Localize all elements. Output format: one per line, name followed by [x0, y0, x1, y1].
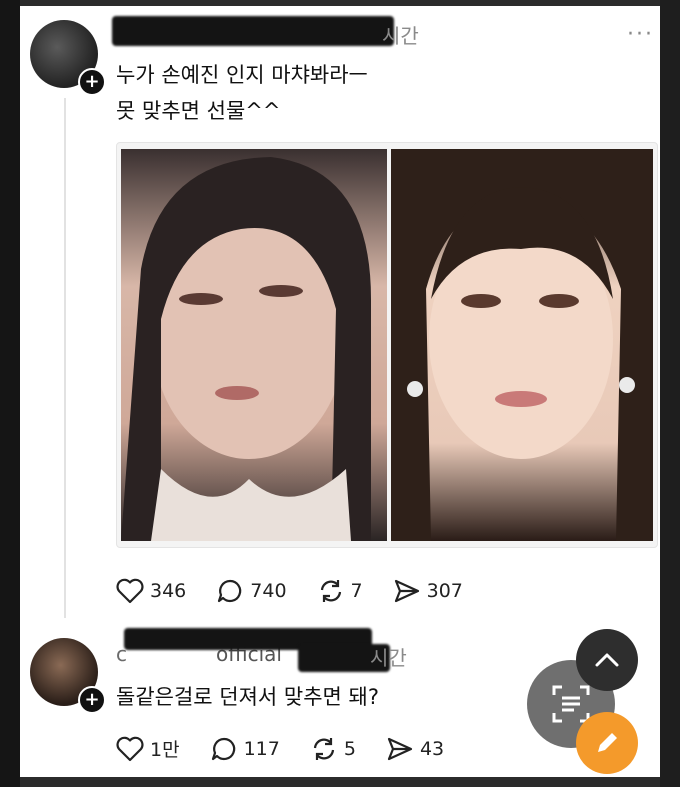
- photo-right[interactable]: [391, 149, 653, 541]
- scroll-to-top-button[interactable]: [576, 629, 638, 691]
- post-actions: 346 740 7 307: [116, 578, 493, 604]
- reply-share-button[interactable]: 43: [386, 736, 444, 762]
- post-image[interactable]: [116, 142, 658, 548]
- repost-count: 7: [350, 580, 363, 602]
- reply-time: 시간: [370, 646, 407, 670]
- repost-icon: [320, 580, 341, 602]
- reply-like-count: 1만: [150, 739, 180, 761]
- share-count: 307: [426, 580, 463, 602]
- thread-line: [64, 98, 66, 618]
- reply-share-count: 43: [419, 737, 445, 760]
- comment-icon: [218, 579, 242, 603]
- post-text-line-1: 누가 손예진 인지 마챠봐라ㅡ: [116, 63, 368, 87]
- repost-button[interactable]: 7: [317, 578, 363, 604]
- send-icon: [387, 737, 413, 760]
- reply-text: 돌같은걸로 던져서 맞추면 돼?: [116, 685, 380, 709]
- like-count: 346: [150, 580, 187, 602]
- like-button[interactable]: 346: [116, 578, 186, 604]
- post-text-line-2: 못 맞추면 선물^^: [116, 99, 281, 123]
- more-options-icon[interactable]: ···: [627, 22, 654, 47]
- chevron-up-icon: [595, 653, 619, 667]
- reply-like-button[interactable]: 1만: [116, 735, 180, 762]
- reply-repost-button[interactable]: 5: [310, 736, 356, 762]
- pencil-icon: [598, 733, 617, 752]
- comment-button[interactable]: 740: [216, 578, 287, 604]
- reply-comment-button[interactable]: 117: [210, 736, 280, 762]
- compose-button[interactable]: [576, 712, 638, 774]
- photo-left[interactable]: [121, 149, 387, 541]
- reply-repost-count: 5: [343, 737, 356, 760]
- post-time: 시간: [382, 24, 419, 48]
- reply-follow-plus-icon[interactable]: +: [78, 686, 106, 714]
- follow-plus-icon[interactable]: +: [78, 68, 106, 96]
- send-icon: [394, 579, 419, 603]
- heart-icon: [116, 578, 144, 604]
- share-button[interactable]: 307: [393, 578, 463, 604]
- right-frame: [660, 0, 680, 787]
- reply-comment-count: 117: [243, 737, 280, 760]
- heart-icon: [116, 736, 144, 761]
- comment-count: 740: [250, 580, 287, 602]
- repost-icon: [313, 737, 334, 760]
- comment-icon: [211, 737, 235, 760]
- redaction-bar: [112, 16, 394, 46]
- left-frame: [0, 0, 20, 787]
- reply-actions: 1만 117 5 43: [116, 735, 474, 762]
